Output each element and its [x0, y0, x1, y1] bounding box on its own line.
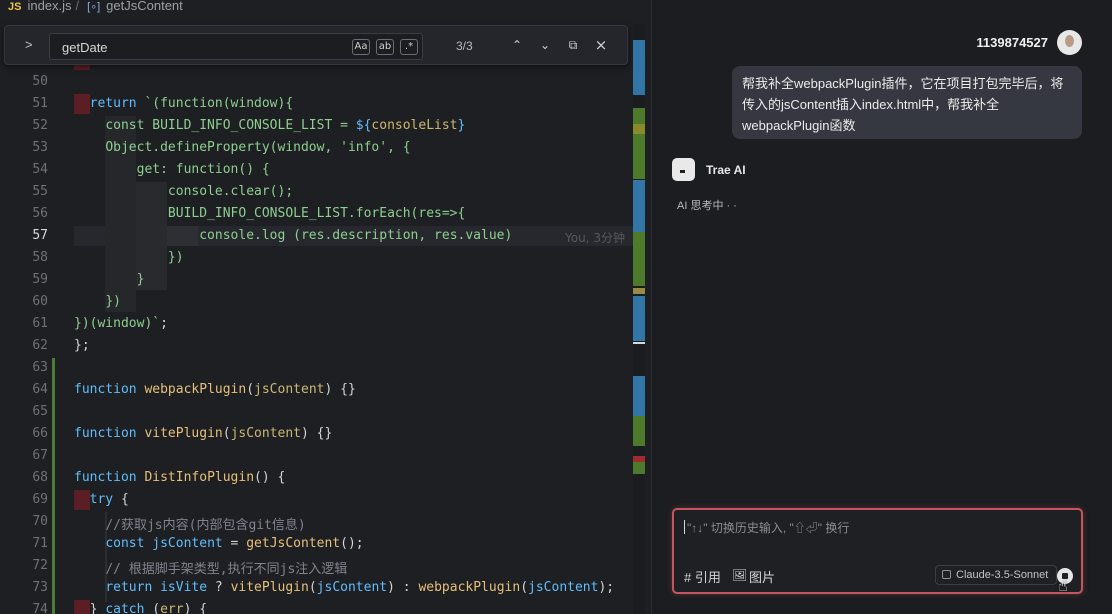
- code-editor[interactable]: JS index.js / [∘] getJsContent 50 51 52 53 5…: [0, 0, 645, 614]
- ruler-segment: [633, 180, 645, 232]
- line-number: 56: [32, 206, 48, 221]
- code-line: })(window)`;: [74, 316, 168, 331]
- ai-name: Trae AI: [706, 163, 746, 177]
- ai-chat-panel: 1139874527 帮我补全webpackPlugin插件，它在项目打包完毕后…: [652, 0, 1112, 614]
- line-number: 61: [32, 316, 48, 331]
- ruler-segment: [633, 108, 645, 124]
- line-number: 68: [32, 470, 48, 485]
- ruler-segment: [633, 296, 645, 341]
- ruler-segment: [633, 462, 645, 474]
- line-number: 55: [32, 184, 48, 199]
- ruler-segment: [633, 288, 645, 294]
- line-number: 64: [32, 382, 48, 397]
- breadcrumb-file[interactable]: index.js: [27, 0, 71, 13]
- breadcrumb: JS index.js / [∘] getJsContent: [0, 0, 645, 14]
- line-number: 54: [32, 162, 48, 177]
- code-line: } catch (err) {: [74, 602, 208, 614]
- ruler-segment: [633, 232, 645, 286]
- avatar-image: [1065, 35, 1074, 47]
- js-file-icon: JS: [8, 1, 22, 13]
- match-case-icon[interactable]: Aa: [352, 39, 370, 55]
- code-line: // 根据脚手架类型,执行不同js注入逻辑: [105, 562, 348, 577]
- image-icon[interactable]: 🖼: [732, 568, 747, 582]
- previous-match-icon[interactable]: ⌃: [508, 36, 526, 54]
- pointer-cursor-icon: ☝: [1058, 576, 1068, 595]
- text-caret: [684, 520, 685, 534]
- line-number: 63: [32, 360, 48, 375]
- code-line-active: console.log (res.description, res.value): [199, 228, 513, 243]
- line-number: 74: [32, 602, 48, 614]
- trae-ai-icon: [672, 158, 695, 181]
- find-widget: > getDate Aa ab .* 3/3 ⌃ ⌄ ⧉ ×: [4, 25, 628, 65]
- ruler-segment: [633, 40, 645, 95]
- line-number: 73: [32, 580, 48, 595]
- line-number: 70: [32, 514, 48, 529]
- code-line: const jsContent = getJsContent();: [105, 536, 364, 551]
- find-input[interactable]: getDate Aa ab .*: [49, 33, 423, 60]
- code-line: }: [136, 272, 145, 287]
- code-line: try {: [89, 492, 129, 507]
- git-blame-annotation: You, 3分钟: [565, 231, 625, 245]
- breadcrumb-separator: /: [75, 0, 80, 13]
- avatar[interactable]: [1057, 30, 1082, 55]
- code-line: function DistInfoPlugin() {: [74, 470, 286, 485]
- line-number: 62: [32, 338, 48, 353]
- function-symbol-icon: [∘]: [87, 1, 101, 13]
- line-number: 71: [32, 536, 48, 551]
- find-in-selection-icon[interactable]: ⧉: [564, 36, 582, 54]
- code-line: return isVite ? vitePlugin(jsContent) : …: [105, 580, 615, 595]
- ai-thinking-status: AI 思考中 · ·: [677, 200, 737, 212]
- code-line: }): [105, 294, 121, 309]
- line-number: 53: [32, 140, 48, 155]
- model-name: Claude-3.5-Sonnet: [956, 569, 1049, 581]
- match-count: 3/3: [456, 39, 473, 53]
- code-line: return `(function(window){: [89, 96, 294, 111]
- line-number: 65: [32, 404, 48, 419]
- line-number: 72: [32, 558, 48, 573]
- model-selector[interactable]: Claude-3.5-Sonnet: [935, 565, 1058, 585]
- ruler-cursor: [633, 342, 645, 344]
- line-number: 59: [32, 272, 48, 287]
- line-number: 58: [32, 250, 48, 265]
- chat-input-placeholder: "↑↓" 切换历史输入, "⇧⏎" 换行: [684, 519, 849, 536]
- placeholder-text: "↑↓" 切换历史输入, "⇧⏎" 换行: [687, 521, 850, 535]
- line-number: 60: [32, 294, 48, 309]
- toggle-replace-icon[interactable]: >: [25, 37, 33, 52]
- ruler-segment: [633, 416, 645, 446]
- code-line: //获取js内容(内部包含git信息): [105, 518, 306, 533]
- next-match-icon[interactable]: ⌄: [536, 36, 554, 54]
- overview-ruler[interactable]: [633, 24, 645, 614]
- reference-button[interactable]: # 引用: [684, 567, 721, 586]
- image-button[interactable]: 图片: [749, 567, 775, 586]
- code-line: Object.defineProperty(window, 'info', {: [105, 140, 411, 155]
- regex-icon[interactable]: .*: [400, 39, 418, 55]
- close-icon[interactable]: ×: [592, 36, 610, 54]
- ruler-segment: [633, 134, 645, 179]
- line-number: 50: [32, 74, 48, 89]
- git-change-bar: [52, 358, 55, 614]
- code-line: console.clear();: [167, 184, 294, 199]
- line-number: 52: [32, 118, 48, 133]
- breadcrumb-symbol[interactable]: getJsContent: [106, 0, 183, 13]
- line-number-active: 57: [32, 228, 48, 243]
- ruler-segment: [633, 376, 645, 416]
- find-query: getDate: [62, 40, 108, 55]
- ruler-segment: [633, 124, 645, 134]
- code-line: function webpackPlugin(jsContent) {}: [74, 382, 356, 397]
- code-line: }): [167, 250, 184, 265]
- code-line: get: function() {: [136, 162, 270, 177]
- line-number: 69: [32, 492, 48, 507]
- code-line: const BUILD_INFO_CONSOLE_LIST = ${consol…: [105, 118, 466, 133]
- code-line: BUILD_INFO_CONSOLE_LIST.forEach(res=>{: [167, 206, 466, 221]
- code-line: };: [74, 338, 90, 353]
- whole-word-icon[interactable]: ab: [376, 39, 394, 55]
- chat-input[interactable]: "↑↓" 切换历史输入, "⇧⏎" 换行 # 引用 🖼 图片 Claude-3.…: [672, 508, 1083, 594]
- user-name: 1139874527: [976, 35, 1048, 50]
- code-line: function vitePlugin(jsContent) {}: [74, 426, 333, 441]
- user-message: 帮我补全webpackPlugin插件，它在项目打包完毕后，将传入的jsCont…: [732, 66, 1082, 139]
- line-number: 67: [32, 448, 48, 463]
- model-icon: [942, 570, 951, 579]
- line-number: 66: [32, 426, 48, 441]
- line-number: 51: [32, 96, 48, 111]
